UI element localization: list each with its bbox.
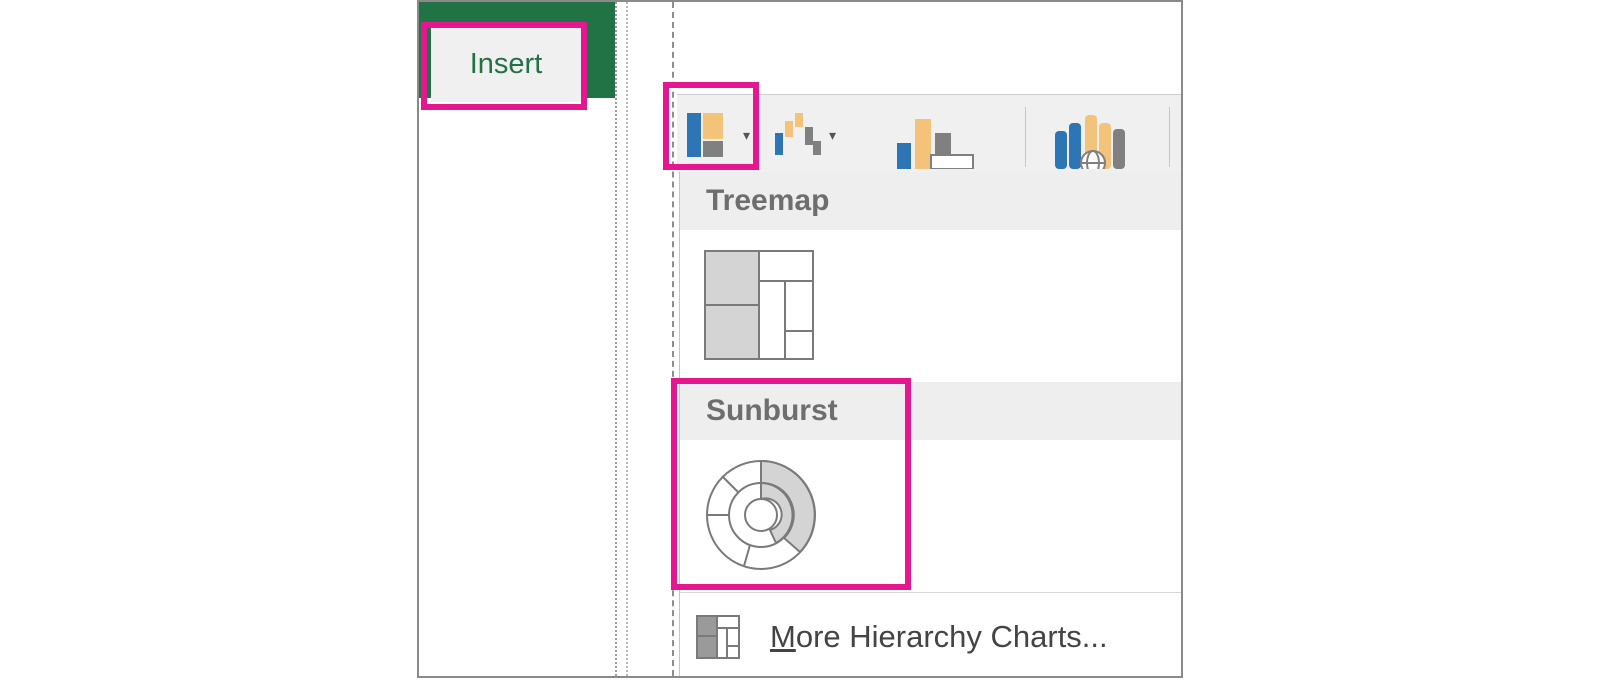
insert-hierarchy-chart-button[interactable]: ▾	[683, 103, 763, 167]
3d-map-icon	[1055, 115, 1125, 169]
more-hierarchy-charts-label: More Hierarchy Charts...	[770, 619, 1108, 655]
chevron-down-icon: ▾	[829, 127, 837, 143]
section-header-sunburst: Sunburst	[680, 382, 1181, 440]
pivot-chart-icon	[897, 119, 974, 169]
link-text: ore Hierarchy Charts...	[795, 619, 1108, 654]
section-header-treemap: Treemap	[680, 172, 1181, 230]
column-divider	[626, 2, 628, 676]
accelerator-key: M	[770, 619, 796, 654]
pivot-chart-button[interactable]	[887, 103, 987, 169]
charts-group: ▾ ▾	[677, 94, 1181, 173]
tab-insert[interactable]: Insert	[431, 26, 582, 102]
ribbon-separator	[1169, 107, 1170, 167]
column-divider	[672, 2, 674, 676]
3d-map-button[interactable]	[1047, 103, 1147, 169]
sunburst-chart-icon	[706, 459, 816, 570]
more-hierarchy-charts-link[interactable]: More Hierarchy Charts...	[680, 592, 1181, 676]
hierarchy-chart-gallery: Treemap Sunburst More Hierarchy Charts..…	[679, 172, 1181, 676]
hierarchy-chart-icon	[687, 113, 723, 157]
more-hierarchy-icon	[696, 615, 740, 659]
waterfall-chart-icon	[775, 113, 821, 155]
treemap-chart-icon	[704, 250, 814, 360]
sunburst-option[interactable]	[704, 458, 818, 577]
section-title: Sunburst	[706, 394, 838, 427]
section-title: Treemap	[706, 184, 830, 217]
treemap-option[interactable]	[704, 250, 816, 367]
tab-insert-label: Insert	[469, 47, 543, 80]
insert-waterfall-chart-button[interactable]: ▾	[773, 103, 853, 167]
chevron-down-icon: ▾	[743, 127, 751, 143]
column-divider	[615, 2, 617, 676]
excel-window-crop: Insert ▾ ▾ Treemap Sunburst More Hierarc…	[417, 0, 1183, 678]
tab-strip: Insert	[419, 2, 615, 676]
ribbon-separator	[1025, 107, 1026, 167]
